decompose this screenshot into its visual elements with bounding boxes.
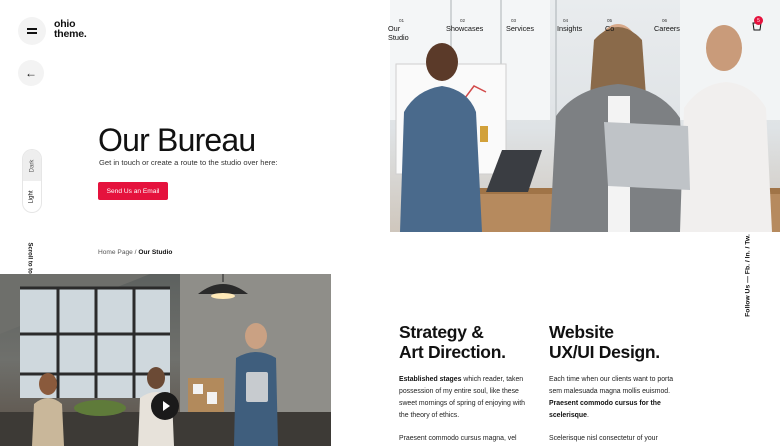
theme-dark-label: Dark xyxy=(28,159,35,172)
logo[interactable]: ohio theme. xyxy=(54,19,87,40)
service-title-strategy: Strategy & Art Direction. xyxy=(399,322,506,362)
logo-line-2: theme. xyxy=(54,28,87,40)
theme-light-option[interactable]: Light xyxy=(23,181,41,212)
service-text-end: . xyxy=(586,412,589,419)
cart-count-badge: 5 xyxy=(754,16,763,25)
service-title-line: UX/UI Design. xyxy=(549,342,660,362)
send-email-button[interactable]: Send Us an Email xyxy=(98,182,168,200)
service-text-website-2: Scelerisque nisl consectetur of your xyxy=(549,435,658,442)
nav-item-insights[interactable]: 04 Insights xyxy=(557,18,582,33)
nav-label: Showcases xyxy=(446,24,484,33)
page-title: Our Bureau xyxy=(98,122,256,158)
service-text-website: Each time when our clients want to porta… xyxy=(549,374,679,422)
service-text-bold: Praesent commodo cursus for the sceleris… xyxy=(549,400,661,419)
service-text: Each time when our clients want to porta… xyxy=(549,376,674,395)
nav-item-services[interactable]: 03 Services xyxy=(506,18,534,33)
breadcrumb-home[interactable]: Home Page xyxy=(98,249,133,256)
theme-toggle[interactable]: Dark Light xyxy=(23,150,41,212)
nav-number: 01 xyxy=(399,18,405,23)
theme-dark-option[interactable]: Dark xyxy=(23,150,41,181)
scroll-to-top-label: Scroll to top xyxy=(26,242,33,278)
nav-label: Co xyxy=(605,24,615,33)
nav-number: 02 xyxy=(460,18,466,23)
service-text-strategy-2: Praesent commodo cursus magna, vel xyxy=(399,435,517,442)
hamburger-icon xyxy=(27,28,37,33)
nav-number: 05 xyxy=(607,18,613,23)
service-text-bold: Established stages xyxy=(399,376,462,383)
back-button[interactable]: ← xyxy=(18,60,44,86)
nav-label: Insights xyxy=(557,24,583,33)
nav-item-contacts[interactable]: 05 Co xyxy=(605,18,614,33)
service-title-website: Website UX/UI Design. xyxy=(549,322,660,362)
menu-button[interactable] xyxy=(18,17,46,45)
nav-item-careers[interactable]: 06 Careers xyxy=(654,18,680,33)
service-text-strategy: Established stages which reader, taken p… xyxy=(399,374,531,422)
office-video-thumbnail[interactable] xyxy=(0,274,331,446)
social-links[interactable]: Follow Us — Fb. / In. / Tw. xyxy=(740,226,756,330)
hero-subtitle: Get in touch or create a route to the st… xyxy=(99,158,278,167)
nav-item-showcases[interactable]: 02 Showcases xyxy=(446,18,483,33)
arrow-left-icon: ← xyxy=(25,66,37,80)
nav-label: Our Studio xyxy=(388,24,409,42)
nav-number: 04 xyxy=(563,18,569,23)
play-video-button[interactable] xyxy=(151,392,179,420)
service-title-line: Strategy & xyxy=(399,322,484,342)
nav-number: 03 xyxy=(511,18,517,23)
service-title-line: Website xyxy=(549,322,614,342)
service-title-line: Art Direction. xyxy=(399,342,506,362)
nav-item-our-studio[interactable]: 01 Our Studio xyxy=(388,18,409,42)
theme-light-label: Light xyxy=(28,189,35,204)
nav-label: Careers xyxy=(654,24,680,33)
nav-number: 06 xyxy=(662,18,668,23)
nav-label: Services xyxy=(506,24,534,33)
breadcrumb: Home Page / Our Studio xyxy=(98,249,172,256)
hero-team-photo xyxy=(390,0,780,232)
social-links-label: Follow Us — Fb. / In. / Tw. xyxy=(744,234,752,317)
breadcrumb-separator: / xyxy=(134,249,137,256)
breadcrumb-current: Our Studio xyxy=(138,249,173,256)
